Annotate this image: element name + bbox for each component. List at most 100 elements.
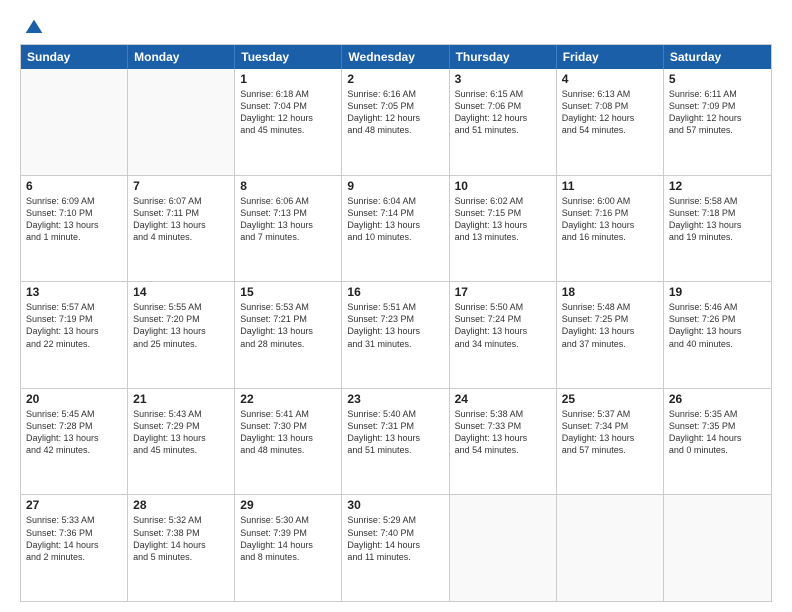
- cal-cell-day-17: 17Sunrise: 5:50 AM Sunset: 7:24 PM Dayli…: [450, 282, 557, 388]
- cal-cell-day-8: 8 Sunrise: 6:06 AM Sunset: 7:13 PM Daylig…: [235, 176, 342, 282]
- calendar-header: SundayMondayTuesdayWednesdayThursdayFrid…: [21, 45, 771, 69]
- day-number: 23: [347, 392, 443, 406]
- cell-details: Sunrise: 5:55 AM Sunset: 7:20 PM Dayligh…: [133, 301, 229, 350]
- header-day-saturday: Saturday: [664, 45, 771, 69]
- header-day-monday: Monday: [128, 45, 235, 69]
- header-day-tuesday: Tuesday: [235, 45, 342, 69]
- cal-cell-day-3: 3 Sunrise: 6:15 AM Sunset: 7:06 PM Daylig…: [450, 69, 557, 175]
- cal-cell-empty: [557, 495, 664, 601]
- cal-cell-day-23: 23 Sunrise: 5:40 AM Sunset: 7:31 PM Dayli…: [342, 389, 449, 495]
- day-number: 19: [669, 285, 766, 299]
- day-number: 8: [240, 179, 336, 193]
- cal-cell-day-13: 13 Sunrise: 5:57 AM Sunset: 7:19 PM Dayli…: [21, 282, 128, 388]
- cal-cell-day-4: 4 Sunrise: 6:13 AM Sunset: 7:08 PM Daylig…: [557, 69, 664, 175]
- calendar-body: 1 Sunrise: 6:18 AM Sunset: 7:04 PM Daylig…: [21, 69, 771, 601]
- header-day-sunday: Sunday: [21, 45, 128, 69]
- calendar-row-5: 27 Sunrise: 5:33 AM Sunset: 7:36 PM Dayli…: [21, 494, 771, 601]
- cell-details: Sunrise: 5:41 AM Sunset: 7:30 PM Dayligh…: [240, 408, 336, 457]
- day-number: 2: [347, 72, 443, 86]
- cal-cell-day-28: 28 Sunrise: 5:32 AM Sunset: 7:38 PM Dayli…: [128, 495, 235, 601]
- cal-cell-day-29: 29 Sunrise: 5:30 AM Sunset: 7:39 PM Dayli…: [235, 495, 342, 601]
- cell-details: Sunrise: 6:07 AM Sunset: 7:11 PM Dayligh…: [133, 195, 229, 244]
- cell-details: Sunrise: 5:33 AM Sunset: 7:36 PM Dayligh…: [26, 514, 122, 563]
- cal-cell-day-14: 14 Sunrise: 5:55 AM Sunset: 7:20 PM Dayli…: [128, 282, 235, 388]
- cal-cell-day-22: 22 Sunrise: 5:41 AM Sunset: 7:30 PM Dayli…: [235, 389, 342, 495]
- header: [20, 18, 772, 34]
- cal-cell-day-9: 9 Sunrise: 6:04 AM Sunset: 7:14 PM Daylig…: [342, 176, 449, 282]
- day-number: 15: [240, 285, 336, 299]
- cell-details: Sunrise: 5:58 AM Sunset: 7:18 PM Dayligh…: [669, 195, 766, 244]
- day-number: 5: [669, 72, 766, 86]
- cell-details: Sunrise: 5:30 AM Sunset: 7:39 PM Dayligh…: [240, 514, 336, 563]
- logo: [20, 18, 44, 34]
- cal-cell-day-21: 21 Sunrise: 5:43 AM Sunset: 7:29 PM Dayli…: [128, 389, 235, 495]
- cal-cell-day-24: 24 Sunrise: 5:38 AM Sunset: 7:33 PM Dayli…: [450, 389, 557, 495]
- cal-cell-empty: [664, 495, 771, 601]
- cell-details: Sunrise: 5:53 AM Sunset: 7:21 PM Dayligh…: [240, 301, 336, 350]
- calendar-row-2: 6Sunrise: 6:09 AM Sunset: 7:10 PM Daylig…: [21, 175, 771, 282]
- cell-details: Sunrise: 5:38 AM Sunset: 7:33 PM Dayligh…: [455, 408, 551, 457]
- day-number: 27: [26, 498, 122, 512]
- cell-details: Sunrise: 6:15 AM Sunset: 7:06 PM Dayligh…: [455, 88, 551, 137]
- day-number: 25: [562, 392, 658, 406]
- cal-cell-day-11: 11 Sunrise: 6:00 AM Sunset: 7:16 PM Dayli…: [557, 176, 664, 282]
- day-number: 13: [26, 285, 122, 299]
- day-number: 9: [347, 179, 443, 193]
- cell-details: Sunrise: 6:00 AM Sunset: 7:16 PM Dayligh…: [562, 195, 658, 244]
- day-number: 11: [562, 179, 658, 193]
- day-number: 26: [669, 392, 766, 406]
- cell-details: Sunrise: 5:45 AM Sunset: 7:28 PM Dayligh…: [26, 408, 122, 457]
- day-number: 1: [240, 72, 336, 86]
- cell-details: Sunrise: 5:35 AM Sunset: 7:35 PM Dayligh…: [669, 408, 766, 457]
- cell-details: Sunrise: 5:48 AM Sunset: 7:25 PM Dayligh…: [562, 301, 658, 350]
- cell-details: Sunrise: 6:06 AM Sunset: 7:13 PM Dayligh…: [240, 195, 336, 244]
- calendar: SundayMondayTuesdayWednesdayThursdayFrid…: [20, 44, 772, 602]
- day-number: 21: [133, 392, 229, 406]
- cell-details: Sunrise: 5:50 AM Sunset: 7:24 PM Dayligh…: [455, 301, 551, 350]
- cell-details: Sunrise: 6:18 AM Sunset: 7:04 PM Dayligh…: [240, 88, 336, 137]
- cal-cell-day-27: 27 Sunrise: 5:33 AM Sunset: 7:36 PM Dayli…: [21, 495, 128, 601]
- calendar-row-4: 20Sunrise: 5:45 AM Sunset: 7:28 PM Dayli…: [21, 388, 771, 495]
- day-number: 22: [240, 392, 336, 406]
- cal-cell-day-12: 12 Sunrise: 5:58 AM Sunset: 7:18 PM Dayli…: [664, 176, 771, 282]
- cell-details: Sunrise: 6:16 AM Sunset: 7:05 PM Dayligh…: [347, 88, 443, 137]
- cal-cell-day-26: 26 Sunrise: 5:35 AM Sunset: 7:35 PM Dayli…: [664, 389, 771, 495]
- cal-cell-day-5: 5Sunrise: 6:11 AM Sunset: 7:09 PM Daylig…: [664, 69, 771, 175]
- cal-cell-day-18: 18Sunrise: 5:48 AM Sunset: 7:25 PM Dayli…: [557, 282, 664, 388]
- cell-details: Sunrise: 5:51 AM Sunset: 7:23 PM Dayligh…: [347, 301, 443, 350]
- day-number: 29: [240, 498, 336, 512]
- cell-details: Sunrise: 5:46 AM Sunset: 7:26 PM Dayligh…: [669, 301, 766, 350]
- header-day-friday: Friday: [557, 45, 664, 69]
- cell-details: Sunrise: 6:13 AM Sunset: 7:08 PM Dayligh…: [562, 88, 658, 137]
- cell-details: Sunrise: 5:57 AM Sunset: 7:19 PM Dayligh…: [26, 301, 122, 350]
- cal-cell-day-20: 20Sunrise: 5:45 AM Sunset: 7:28 PM Dayli…: [21, 389, 128, 495]
- cell-details: Sunrise: 5:29 AM Sunset: 7:40 PM Dayligh…: [347, 514, 443, 563]
- cal-cell-day-1: 1 Sunrise: 6:18 AM Sunset: 7:04 PM Daylig…: [235, 69, 342, 175]
- cell-details: Sunrise: 5:37 AM Sunset: 7:34 PM Dayligh…: [562, 408, 658, 457]
- cal-cell-empty: [450, 495, 557, 601]
- header-day-wednesday: Wednesday: [342, 45, 449, 69]
- cal-cell-empty: [21, 69, 128, 175]
- cal-cell-day-25: 25 Sunrise: 5:37 AM Sunset: 7:34 PM Dayli…: [557, 389, 664, 495]
- logo-icon: [24, 18, 44, 38]
- day-number: 30: [347, 498, 443, 512]
- day-number: 28: [133, 498, 229, 512]
- header-day-thursday: Thursday: [450, 45, 557, 69]
- cell-details: Sunrise: 6:02 AM Sunset: 7:15 PM Dayligh…: [455, 195, 551, 244]
- cal-cell-day-16: 16 Sunrise: 5:51 AM Sunset: 7:23 PM Dayli…: [342, 282, 449, 388]
- day-number: 3: [455, 72, 551, 86]
- day-number: 14: [133, 285, 229, 299]
- cell-details: Sunrise: 6:04 AM Sunset: 7:14 PM Dayligh…: [347, 195, 443, 244]
- day-number: 16: [347, 285, 443, 299]
- cell-details: Sunrise: 5:40 AM Sunset: 7:31 PM Dayligh…: [347, 408, 443, 457]
- calendar-row-3: 13 Sunrise: 5:57 AM Sunset: 7:19 PM Dayli…: [21, 281, 771, 388]
- cell-details: Sunrise: 5:32 AM Sunset: 7:38 PM Dayligh…: [133, 514, 229, 563]
- day-number: 12: [669, 179, 766, 193]
- calendar-row-1: 1 Sunrise: 6:18 AM Sunset: 7:04 PM Daylig…: [21, 69, 771, 175]
- day-number: 7: [133, 179, 229, 193]
- day-number: 4: [562, 72, 658, 86]
- cell-details: Sunrise: 5:43 AM Sunset: 7:29 PM Dayligh…: [133, 408, 229, 457]
- cal-cell-day-30: 30 Sunrise: 5:29 AM Sunset: 7:40 PM Dayli…: [342, 495, 449, 601]
- day-number: 24: [455, 392, 551, 406]
- cell-details: Sunrise: 6:09 AM Sunset: 7:10 PM Dayligh…: [26, 195, 122, 244]
